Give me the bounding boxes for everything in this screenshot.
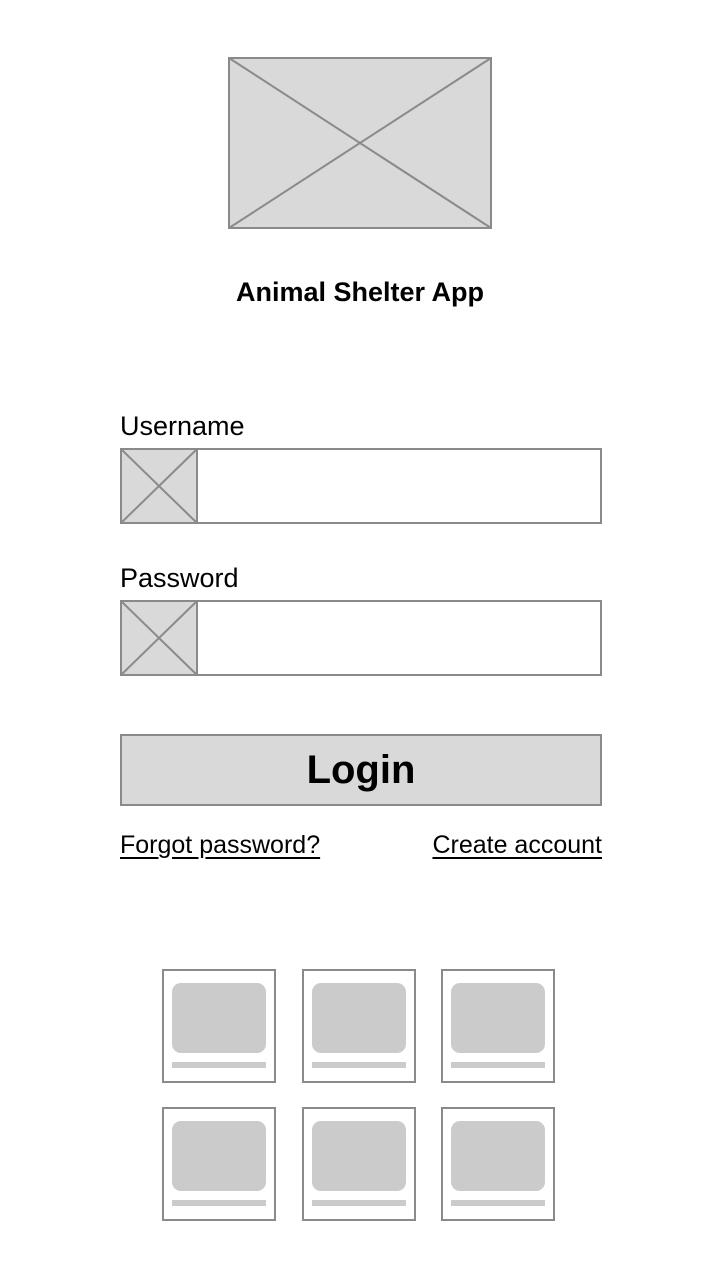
- tile-caption-placeholder: [451, 1062, 545, 1068]
- gallery-tile[interactable]: [302, 969, 416, 1083]
- tile-image-placeholder: [312, 983, 406, 1053]
- username-input[interactable]: [200, 450, 598, 522]
- gallery-tile[interactable]: [162, 969, 276, 1083]
- gallery-tile[interactable]: [162, 1107, 276, 1221]
- create-account-link[interactable]: Create account: [432, 829, 602, 861]
- image-placeholder-icon: [120, 448, 198, 524]
- password-input[interactable]: [200, 602, 598, 674]
- tile-image-placeholder: [451, 983, 545, 1053]
- password-field[interactable]: [120, 600, 602, 676]
- login-button[interactable]: Login: [120, 734, 602, 806]
- tile-image-placeholder: [312, 1121, 406, 1191]
- tile-caption-placeholder: [172, 1062, 266, 1068]
- forgot-password-link[interactable]: Forgot password?: [120, 829, 320, 861]
- tile-image-placeholder: [451, 1121, 545, 1191]
- app-title: Animal Shelter App: [235, 277, 485, 307]
- gallery-tile[interactable]: [441, 969, 555, 1083]
- image-placeholder-icon: [120, 600, 198, 676]
- username-label: Username: [120, 411, 245, 441]
- gallery-tile[interactable]: [302, 1107, 416, 1221]
- password-label: Password: [120, 563, 239, 593]
- tile-caption-placeholder: [451, 1200, 545, 1206]
- tile-caption-placeholder: [312, 1200, 406, 1206]
- username-field[interactable]: [120, 448, 602, 524]
- gallery-tile[interactable]: [441, 1107, 555, 1221]
- app-logo-placeholder: [228, 57, 492, 229]
- username-field-icon: [120, 448, 198, 524]
- image-placeholder-icon: [228, 57, 492, 229]
- password-field-icon: [120, 600, 198, 676]
- tile-image-placeholder: [172, 1121, 266, 1191]
- tile-image-placeholder: [172, 983, 266, 1053]
- tile-caption-placeholder: [172, 1200, 266, 1206]
- tile-caption-placeholder: [312, 1062, 406, 1068]
